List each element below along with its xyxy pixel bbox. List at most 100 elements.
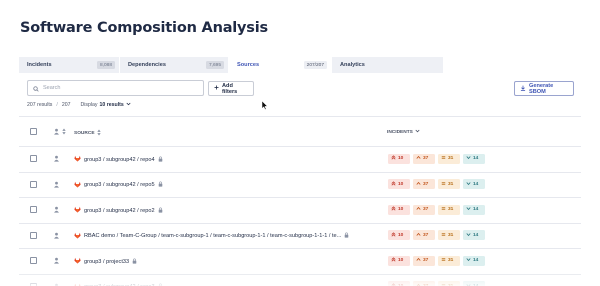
critical-incidents-badge[interactable]: 10 [388,281,410,286]
table-row[interactable]: group3 / subgroup42 / repo5 10 37 31 14 [19,173,581,198]
source-cell[interactable]: group3 / subgroup42 / repo3 [74,283,163,286]
table-row[interactable]: group3 / subgroup42 / repo2 10 37 31 14 [19,198,581,224]
low-count: 14 [473,181,479,187]
medium-incidents-badge[interactable]: 31 [438,255,460,266]
incidents-header-label: INCIDENTS [387,129,413,135]
critical-count: 10 [398,207,404,212]
sort-icon[interactable] [62,128,66,137]
critical-incidents-badge[interactable]: 10 [388,153,410,164]
low-incidents-badge[interactable]: 14 [463,153,485,164]
incident-badges: 10 37 31 14 [388,255,485,266]
low-incidents-badge[interactable]: 14 [463,281,485,286]
source-cell[interactable]: group3 / subgroup42 / repo4 [74,155,163,164]
low-icon [466,155,471,162]
tab-count-badge: 7,695 [205,61,224,69]
source-cell[interactable]: RBAC demo / Team-C-Group / team-c-subgro… [74,232,349,241]
medium-icon [441,181,446,188]
incident-badges: 10 37 31 14 [388,230,485,240]
row-checkbox[interactable] [30,257,37,264]
low-incidents-badge[interactable]: 14 [463,230,485,240]
low-incidents-badge[interactable]: 14 [463,255,485,266]
critical-icon [391,180,396,188]
low-count: 14 [473,258,479,263]
critical-incidents-badge[interactable]: 10 [388,179,410,189]
high-incidents-badge[interactable]: 37 [413,204,435,215]
table-row[interactable]: group3 / project33 10 37 31 14 [19,249,581,275]
low-icon [466,257,471,264]
medium-incidents-badge[interactable]: 31 [438,281,460,286]
critical-incidents-badge[interactable]: 10 [388,255,410,266]
select-all-checkbox[interactable] [30,128,37,135]
tab-analytics[interactable]: Analytics [332,57,444,73]
source-cell[interactable]: group3 / project33 [74,257,137,266]
row-checkbox[interactable] [30,231,37,239]
high-incidents-badge[interactable]: 37 [413,230,435,240]
critical-incidents-badge[interactable]: 10 [388,204,410,215]
gitlab-icon [74,257,81,266]
high-incidents-badge[interactable]: 37 [413,179,435,189]
critical-count: 10 [398,232,404,238]
tab-sources[interactable]: Sources 207/207 [229,57,332,73]
incident-badges: 10 37 31 14 [388,179,485,189]
high-icon [416,283,421,286]
generate-sbom-button[interactable]: Generate SBOM [514,81,574,96]
critical-count: 10 [398,181,404,187]
results-total: 207 [61,102,71,108]
low-count: 14 [473,207,479,212]
page-title: Software Composition Analysis [20,20,268,36]
source-cell[interactable]: group3 / subgroup42 / repo5 [74,181,163,190]
medium-count: 31 [448,181,454,187]
medium-incidents-badge[interactable]: 31 [438,230,460,240]
critical-icon [391,231,396,239]
medium-icon [441,206,446,213]
search-icon [33,79,39,97]
table-row[interactable]: group3 / subgroup42 / repo4 10 37 31 14 [19,147,581,173]
critical-icon [391,257,396,264]
priority-icon [53,181,60,190]
gitlab-icon [74,155,81,164]
medium-icon [441,283,446,286]
medium-incidents-badge[interactable]: 31 [438,204,460,215]
priority-icon [53,232,60,241]
table-row[interactable]: RBAC demo / Team-C-Group / team-c-subgro… [19,224,581,249]
high-icon [416,181,421,188]
results-count: 207 results [27,102,53,108]
mouse-pointer-icon [261,97,269,115]
high-incidents-badge[interactable]: 37 [413,255,435,266]
row-checkbox[interactable] [30,180,37,188]
high-icon [416,257,421,264]
source-cell[interactable]: group3 / subgroup42 / repo2 [74,206,163,215]
low-count: 14 [473,232,479,238]
row-checkbox[interactable] [30,155,37,162]
row-checkbox[interactable] [30,282,37,286]
medium-incidents-badge[interactable]: 31 [438,179,460,189]
display-count-select[interactable]: Display 10 results [81,102,131,108]
low-incidents-badge[interactable]: 14 [463,204,485,215]
tab-incidents[interactable]: Incidents 8,088 [19,57,120,73]
incident-badges: 10 37 31 14 [388,204,485,215]
source-column-header[interactable]: SOURCE [74,129,101,138]
results-summary: 207 results / 207 Display 10 results [27,102,131,108]
low-incidents-badge[interactable]: 14 [463,179,485,189]
medium-count: 31 [448,156,454,161]
medium-incidents-badge[interactable]: 31 [438,153,460,164]
row-checkbox[interactable] [30,206,37,213]
search-input[interactable] [43,85,193,91]
high-incidents-badge[interactable]: 37 [413,281,435,286]
table-row[interactable]: group3 / subgroup42 / repo3 10 37 [19,275,581,286]
search-box[interactable] [27,80,204,96]
critical-incidents-badge[interactable]: 10 [388,230,410,240]
tab-label: Analytics [340,62,365,68]
critical-icon [391,282,396,286]
priority-icon [53,128,60,137]
medium-icon [441,232,446,239]
tab-dependencies[interactable]: Dependencies 7,695 [120,57,229,73]
lock-icon [132,258,137,266]
results-separator: / [56,102,58,108]
high-count: 37 [423,258,429,263]
incidents-column-header[interactable]: INCIDENTS [387,129,420,135]
high-incidents-badge[interactable]: 37 [413,153,435,164]
medium-count: 31 [448,232,454,238]
sources-table: SOURCE INCIDENTS group3 / subgroup42 / r… [19,116,581,286]
add-filters-button[interactable]: Add filters [208,81,254,96]
